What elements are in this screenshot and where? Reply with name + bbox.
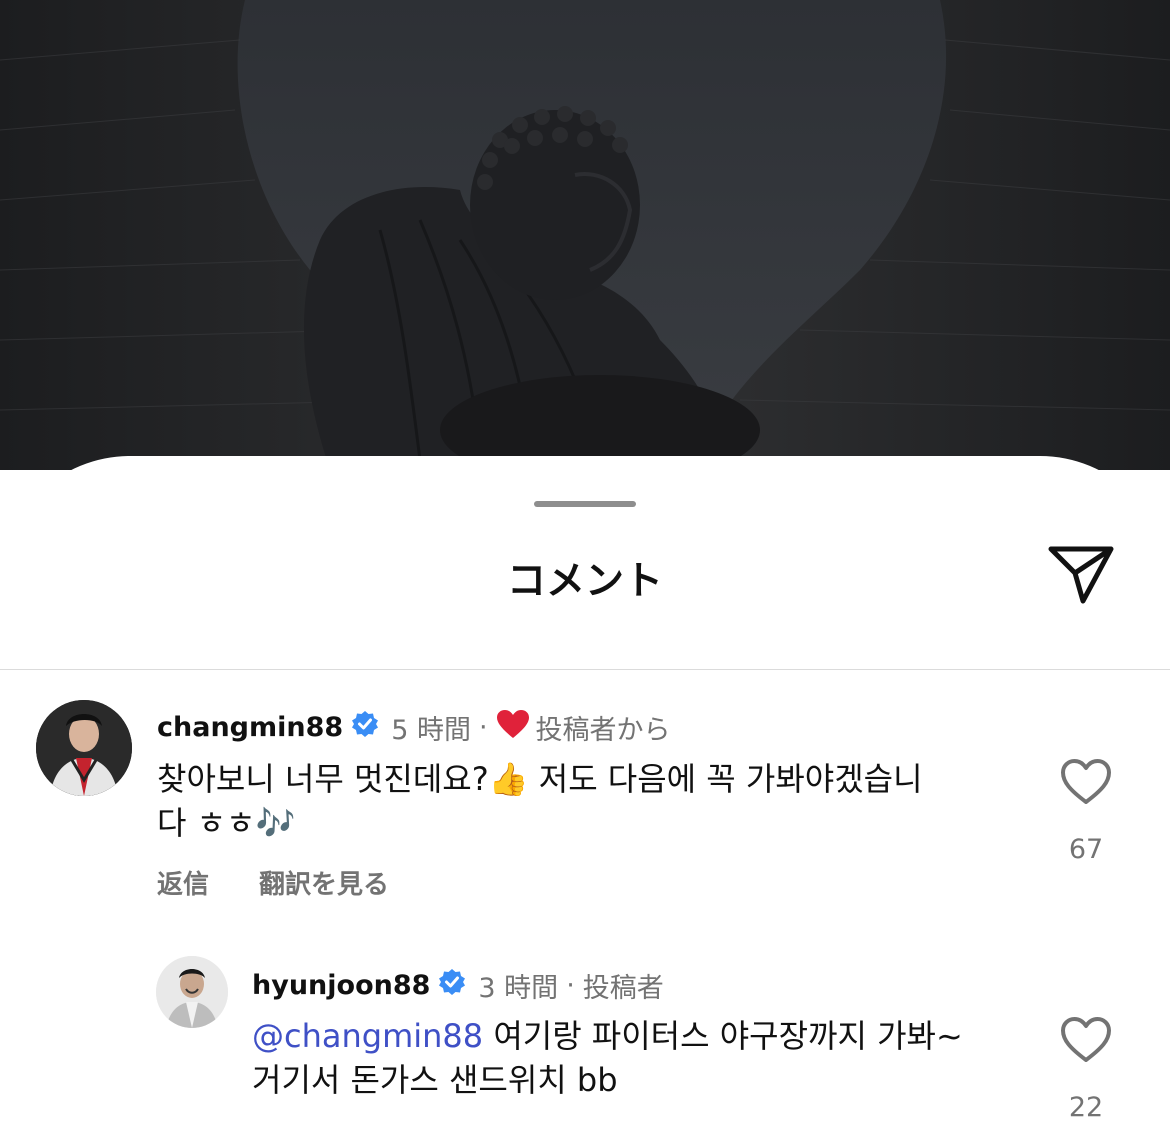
mention-link[interactable]: @changmin88 bbox=[252, 1017, 483, 1055]
heart-icon[interactable] bbox=[1060, 1016, 1112, 1064]
meta-separator: · bbox=[478, 711, 488, 743]
like-count: 22 bbox=[1068, 1092, 1104, 1123]
comment-time: 5 時間 bbox=[391, 714, 471, 746]
sheet-title: コメント bbox=[506, 559, 663, 604]
comment-actions: 返信 翻訳を見る bbox=[157, 864, 389, 901]
comment-username[interactable]: hyunjoon88 bbox=[252, 970, 430, 1001]
sheet-divider bbox=[0, 669, 1170, 670]
music-notes-emoji: 🎶 bbox=[255, 804, 296, 842]
like-count: 67 bbox=[1068, 834, 1104, 865]
comment-text: 찾아보니 너무 멋진데요?👍 저도 다음에 꼭 가봐야겠습니 다 ㅎㅎ🎶 bbox=[157, 757, 1027, 845]
post-photo bbox=[0, 0, 1170, 470]
heart-icon[interactable] bbox=[1060, 758, 1112, 806]
comment-time: 3 時間 bbox=[478, 972, 559, 1004]
author-liked-heart-icon bbox=[496, 709, 530, 746]
comment-text-line: 여기랑 파이터스 야구장까지 가봐~ bbox=[483, 1017, 963, 1055]
comment-text-line: 찾아보니 너무 멋진데요? bbox=[157, 760, 489, 798]
comment-text-line: 저도 다음에 꼭 가봐야겠습니 bbox=[528, 760, 923, 798]
send-icon[interactable] bbox=[1045, 541, 1117, 607]
verified-badge-icon bbox=[438, 968, 466, 1003]
avatar[interactable] bbox=[36, 700, 132, 796]
comment-meta: hyunjoon88 3 時間 · 投稿者 bbox=[252, 965, 664, 1005]
comment-username[interactable]: changmin88 bbox=[157, 712, 343, 743]
buddha-statue-image bbox=[0, 0, 1170, 470]
comment-text: @changmin88 여기랑 파이터스 야구장까지 가봐~ 거기서 돈가스 샌… bbox=[252, 1014, 1042, 1102]
author-label: 投稿者 bbox=[582, 972, 664, 1004]
comment-meta: changmin88 5 時間 · 投稿者から bbox=[157, 707, 671, 747]
avatar[interactable] bbox=[156, 956, 228, 1028]
sheet-grabber-handle[interactable] bbox=[534, 501, 636, 507]
comment-text-line: 거기서 돈가스 샌드위치 bb bbox=[252, 1061, 618, 1099]
reply-button[interactable]: 返信 bbox=[157, 864, 209, 901]
meta-separator: · bbox=[566, 969, 575, 1001]
see-translation-button[interactable]: 翻訳を見る bbox=[259, 864, 389, 901]
comment-text-line: 다 ㅎㅎ bbox=[157, 804, 256, 842]
thumbs-up-emoji: 👍 bbox=[488, 760, 529, 798]
author-liked-label: 投稿者から bbox=[535, 714, 671, 746]
verified-badge-icon bbox=[351, 710, 379, 745]
